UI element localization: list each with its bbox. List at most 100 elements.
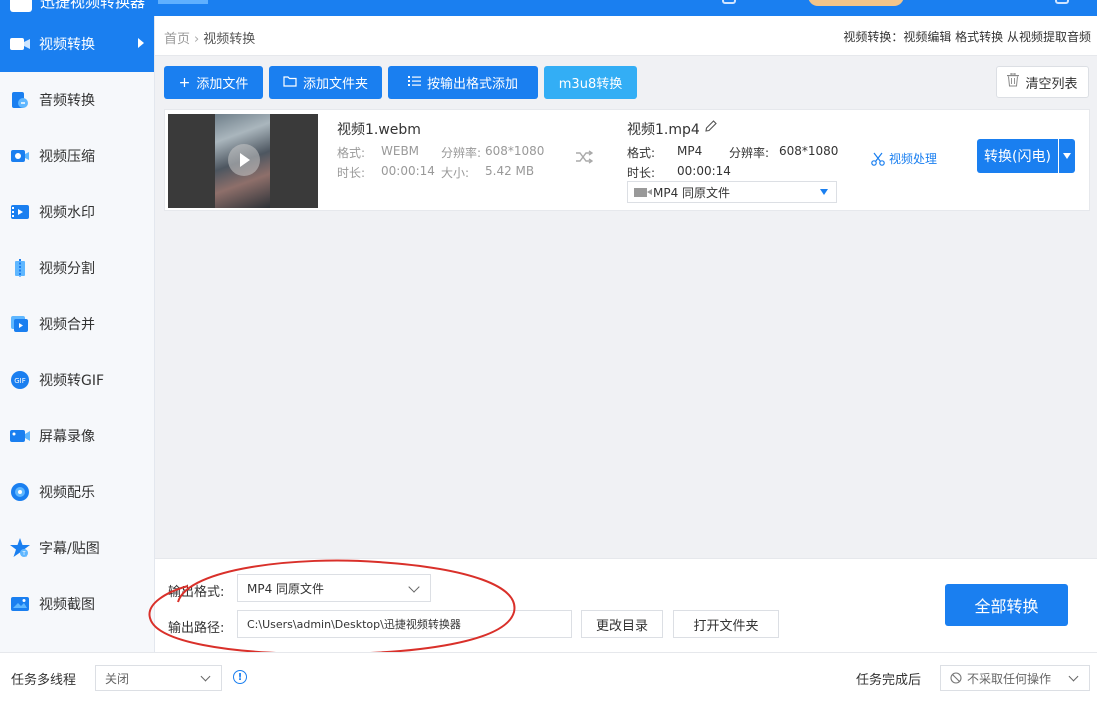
- source-size-value: 5.42 MB: [485, 164, 535, 178]
- item-output-format-value: MP4 同原文件: [653, 185, 731, 200]
- chevron-down-icon: [1068, 671, 1079, 682]
- m3u8-convert-button[interactable]: m3u8转换: [544, 66, 637, 99]
- version-badge: [158, 0, 208, 4]
- sidebar-item-label: 视频水印: [39, 205, 95, 221]
- message-icon[interactable]: [722, 0, 736, 4]
- breadcrumb-home[interactable]: 首页: [164, 32, 190, 47]
- video-compress-icon: [9, 146, 31, 166]
- sidebar-item-label: 字幕/贴图: [39, 541, 100, 557]
- output-resolution-value: 608*1080: [779, 144, 839, 158]
- video-merge-icon: [9, 314, 31, 334]
- window-title: 迅捷视频转换器: [40, 0, 146, 11]
- sidebar-item-video-merge[interactable]: 视频合并: [0, 296, 154, 352]
- sidebar-item-label: 屏幕录像: [39, 429, 95, 445]
- main-panel: 首页 › 视频转换 视频转换：视频编辑 格式转换 从视频提取音频 + 添加文件 添加文…: [155, 16, 1097, 558]
- plus-icon: +: [178, 74, 191, 91]
- vip-button[interactable]: [808, 0, 904, 6]
- breadcrumb-bar: 首页 › 视频转换 视频转换：视频编辑 格式转换 从视频提取音频: [155, 16, 1097, 56]
- scissors-icon: [871, 152, 885, 166]
- file-item-card: 视频1.webm 格式: WEBM 分辨率: 608*1080 时长: 00:0…: [164, 109, 1090, 211]
- svg-text:GIF: GIF: [14, 377, 26, 385]
- add-folder-button[interactable]: 添加文件夹: [269, 66, 382, 99]
- add-file-button[interactable]: + 添加文件: [164, 66, 263, 99]
- convert-flash-button[interactable]: 转换(闪电): [977, 139, 1058, 173]
- status-bar: 任务多线程 关闭 ! 任务完成后 不采取任何操作: [0, 652, 1097, 701]
- multithread-label: 任务多线程: [11, 673, 77, 688]
- screen-record-icon: [9, 426, 31, 446]
- info-icon[interactable]: !: [233, 670, 247, 684]
- trash-icon: [1007, 72, 1020, 91]
- caret-down-icon: [820, 189, 828, 195]
- title-bar: 迅捷视频转换器: [0, 0, 1097, 16]
- app-logo: [10, 0, 32, 12]
- sidebar-item-video-gif[interactable]: GIF 视频转GIF: [0, 352, 154, 408]
- video-process-link[interactable]: 视频处理: [871, 150, 937, 167]
- sidebar-item-label: 视频合并: [39, 317, 95, 333]
- rename-pencil-icon[interactable]: [705, 120, 717, 136]
- sidebar-item-screen-record[interactable]: 屏幕录像: [0, 408, 154, 464]
- sidebar: 视频转换 音频转换 视频压缩 视频水印 视频分割 视频合并 GIF 视频转GIF…: [0, 16, 155, 652]
- convert-all-button[interactable]: 全部转换: [945, 584, 1068, 626]
- subtitle-sticker-icon: T: [9, 538, 31, 558]
- after-complete-label: 任务完成后: [856, 673, 922, 688]
- video-screenshot-icon: [9, 594, 31, 614]
- source-resolution-value: 608*1080: [485, 144, 545, 158]
- sidebar-item-subtitle-sticker[interactable]: T 字幕/贴图: [0, 520, 154, 576]
- open-folder-button[interactable]: 打开文件夹: [673, 610, 779, 638]
- menu-icon[interactable]: [1055, 0, 1069, 4]
- output-file-name: 视频1.mp4: [627, 122, 700, 138]
- folder-icon: [283, 75, 297, 91]
- video-camera-icon: [634, 187, 652, 197]
- video-music-icon: [9, 482, 31, 502]
- source-size-label: 大小:: [441, 166, 470, 180]
- source-format-value: WEBM: [381, 144, 420, 158]
- multithread-value: 关闭: [105, 671, 130, 686]
- output-format-label: 格式:: [627, 146, 656, 160]
- output-duration-value: 00:00:14: [677, 164, 731, 178]
- sidebar-item-video-screenshot[interactable]: 视频截图: [0, 576, 154, 632]
- after-complete-select[interactable]: 不采取任何操作: [940, 665, 1090, 691]
- shuffle-icon: [575, 150, 594, 168]
- clear-list-label: 清空列表: [1025, 76, 1078, 92]
- video-gif-icon: GIF: [9, 370, 31, 390]
- audio-convert-icon: [9, 90, 31, 110]
- breadcrumb: 首页 › 视频转换: [164, 28, 255, 47]
- sidebar-item-label: 音频转换: [39, 93, 95, 109]
- item-output-format-dropdown[interactable]: MP4 同原文件: [627, 181, 837, 203]
- sidebar-item-label: 视频转换: [39, 37, 95, 53]
- sidebar-item-label: 视频配乐: [39, 485, 95, 501]
- sidebar-item-video-music[interactable]: 视频配乐: [0, 464, 154, 520]
- add-file-label: 添加文件: [196, 77, 249, 92]
- add-by-format-button[interactable]: 按输出格式添加: [388, 66, 538, 99]
- chevron-down-icon: [200, 671, 211, 682]
- change-directory-button[interactable]: 更改目录: [581, 610, 663, 638]
- m3u8-label: m3u8转换: [558, 77, 623, 92]
- add-folder-label: 添加文件夹: [302, 77, 368, 92]
- source-resolution-label: 分辨率:: [441, 146, 482, 160]
- multithread-select[interactable]: 关闭: [95, 665, 222, 691]
- add-by-format-label: 按输出格式添加: [426, 77, 518, 92]
- sidebar-item-label: 视频截图: [39, 597, 95, 613]
- output-duration-label: 时长:: [627, 166, 656, 180]
- breadcrumb-current: 视频转换: [203, 32, 256, 47]
- video-watermark-icon: [9, 202, 31, 222]
- list-icon: [407, 75, 421, 91]
- output-resolution-label: 分辨率:: [729, 146, 770, 160]
- source-duration-label: 时长:: [337, 166, 366, 180]
- source-file-name: 视频1.webm: [337, 122, 421, 138]
- convert-options-dropdown[interactable]: [1059, 139, 1075, 173]
- sidebar-item-video-split[interactable]: 视频分割: [0, 240, 154, 296]
- sidebar-item-video-compress[interactable]: 视频压缩: [0, 128, 154, 184]
- annotation-ellipse: [148, 559, 516, 656]
- clear-list-button[interactable]: 清空列表: [996, 66, 1089, 98]
- sidebar-item-label: 视频转GIF: [39, 373, 105, 389]
- sidebar-item-video-convert[interactable]: 视频转换: [0, 16, 154, 72]
- video-process-label: 视频处理: [889, 152, 938, 166]
- sidebar-item-label: 视频压缩: [39, 149, 95, 165]
- sidebar-item-audio-convert[interactable]: 音频转换: [0, 72, 154, 128]
- header-links[interactable]: 视频转换：视频编辑 格式转换 从视频提取音频: [843, 28, 1091, 45]
- source-duration-value: 00:00:14: [381, 164, 435, 178]
- sidebar-item-video-watermark[interactable]: 视频水印: [0, 184, 154, 240]
- play-icon[interactable]: [228, 144, 260, 176]
- video-thumbnail[interactable]: [168, 114, 318, 208]
